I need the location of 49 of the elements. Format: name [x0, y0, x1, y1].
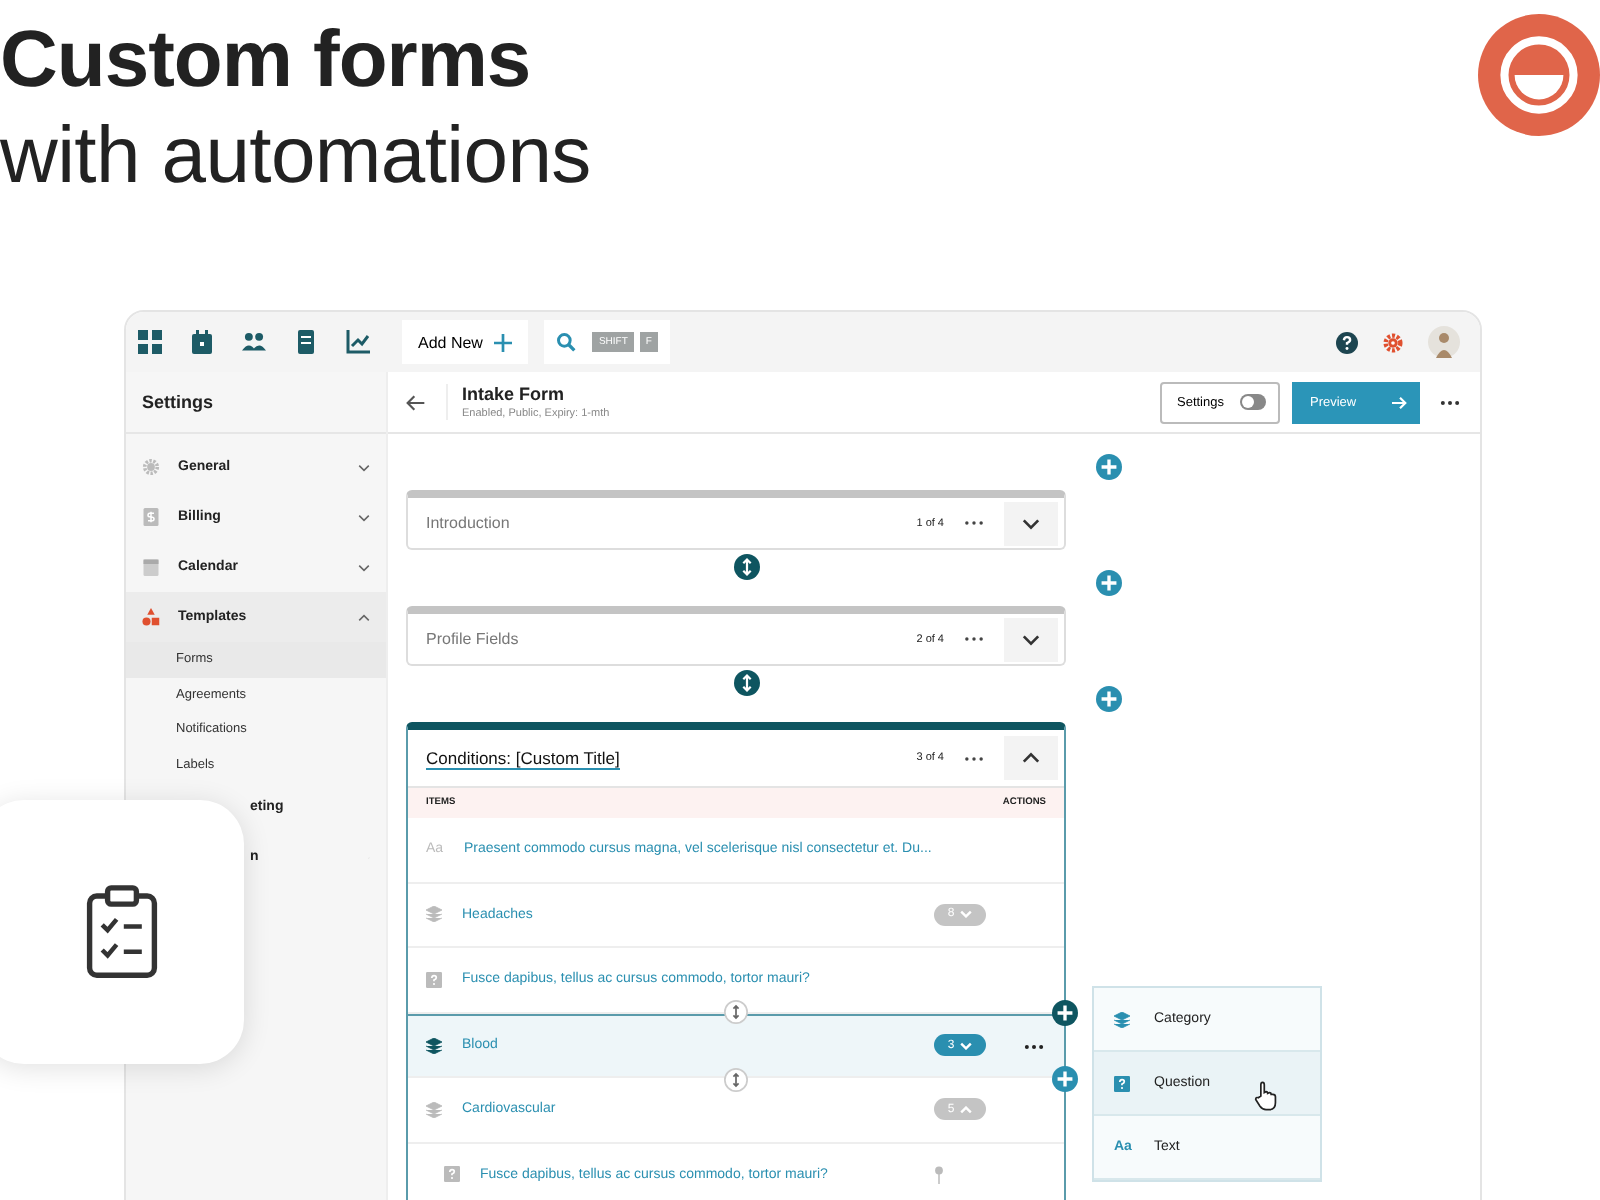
reorder-icon[interactable] — [733, 670, 759, 696]
section-title: Introduction — [426, 514, 512, 532]
headline-title: Custom forms — [0, 14, 531, 108]
dashboard-icon[interactable] — [138, 330, 162, 354]
layers-icon — [426, 906, 442, 923]
add-section-icon[interactable] — [1096, 570, 1122, 596]
shapes-icon — [142, 608, 160, 626]
more-icon[interactable] — [964, 520, 984, 526]
help-icon[interactable] — [1336, 331, 1358, 353]
calendar-icon — [142, 558, 160, 576]
clipboard-checklist-icon — [86, 882, 158, 982]
calendar-icon[interactable] — [190, 330, 214, 354]
add-new-button[interactable]: Add New — [402, 320, 529, 364]
layers-icon — [426, 1101, 442, 1118]
more-icon[interactable] — [1024, 1043, 1044, 1049]
document-icon[interactable] — [294, 330, 318, 354]
collapse-button[interactable] — [1004, 501, 1058, 545]
more-icon[interactable] — [964, 755, 984, 761]
reorder-icon[interactable] — [733, 554, 759, 580]
section-title: Profile Fields — [426, 630, 521, 648]
add-icon[interactable] — [1052, 1066, 1078, 1092]
hand-cursor-icon — [1254, 1080, 1278, 1112]
collapse-button[interactable] — [1004, 617, 1058, 661]
chart-icon[interactable] — [346, 330, 370, 354]
arrow-icon — [1392, 395, 1408, 409]
people-icon[interactable] — [242, 330, 266, 354]
more-icon[interactable] — [1440, 399, 1460, 405]
avatar-icon[interactable] — [1428, 326, 1460, 358]
add-section-icon[interactable] — [1096, 686, 1122, 712]
collapse-button[interactable] — [1004, 736, 1058, 780]
plus-icon — [494, 333, 513, 351]
add-section-icon[interactable] — [1096, 454, 1122, 480]
question-icon — [426, 971, 442, 988]
settings-icon[interactable] — [1382, 331, 1404, 353]
section-title: Conditions: [Custom Title] — [426, 747, 620, 769]
add-icon[interactable] — [1052, 1000, 1078, 1026]
back-arrow-icon[interactable] — [406, 393, 426, 411]
reorder-icon[interactable] — [724, 1068, 748, 1092]
more-icon[interactable] — [964, 636, 984, 642]
layers-icon — [1114, 1011, 1130, 1027]
gear-icon — [142, 458, 160, 476]
question-icon — [444, 1166, 460, 1183]
form-title: Intake Form — [462, 384, 567, 404]
question-icon — [1114, 1075, 1130, 1091]
search-icon — [556, 332, 577, 352]
sidebar-title: Settings — [126, 372, 386, 434]
layers-icon — [426, 1037, 442, 1054]
dollar-icon — [142, 508, 160, 526]
reorder-icon[interactable] — [724, 999, 748, 1023]
